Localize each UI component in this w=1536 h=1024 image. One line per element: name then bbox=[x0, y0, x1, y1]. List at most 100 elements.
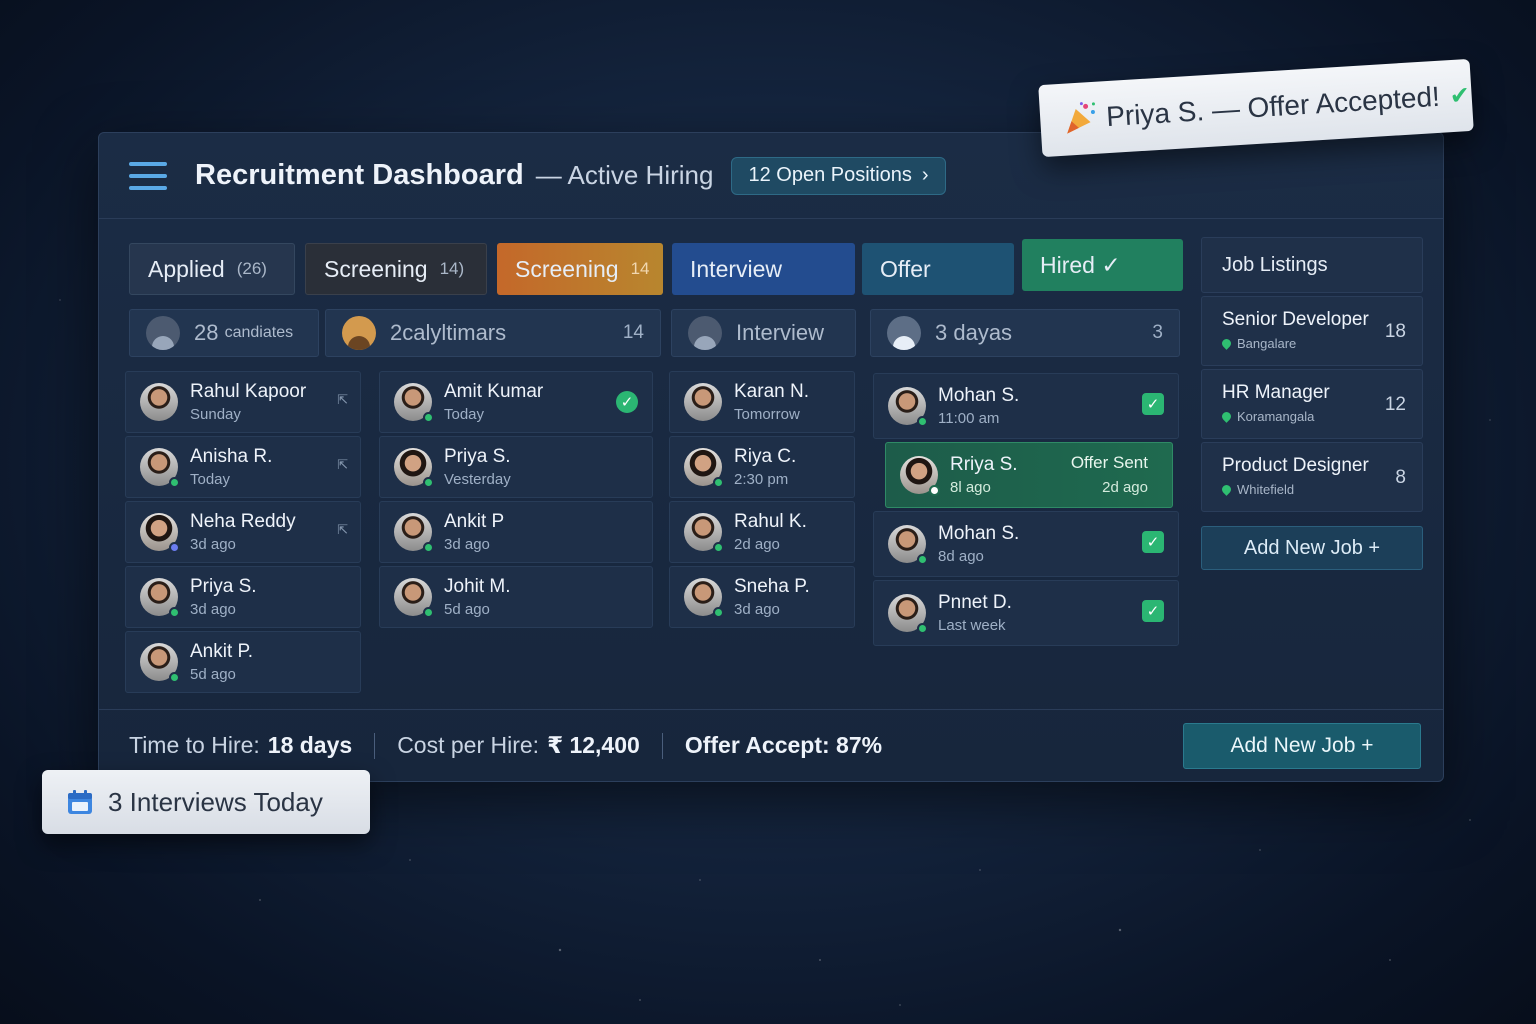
job-location: Bangalare bbox=[1237, 336, 1297, 351]
candidate-card[interactable]: Karan N. Tomorrow bbox=[669, 371, 855, 433]
candidate-card[interactable]: Riya C. 2:30 pm bbox=[669, 436, 855, 498]
avatar bbox=[684, 578, 724, 618]
candidate-time: 5d ago bbox=[444, 601, 490, 618]
tab-applied[interactable]: Applied (26) bbox=[129, 243, 295, 295]
tab-count: (26) bbox=[236, 259, 267, 278]
candidate-name: Ankit P. bbox=[190, 641, 254, 662]
candidate-time: Sunday bbox=[190, 406, 241, 423]
candidate-name: Johit M. bbox=[444, 576, 511, 597]
location-pin-icon bbox=[1220, 483, 1233, 496]
pin-icon[interactable]: ⇱ bbox=[337, 392, 348, 408]
dashboard-header: Recruitment Dashboard — Active Hiring 12… bbox=[99, 133, 1443, 219]
avatar bbox=[900, 456, 940, 496]
column-offer: Mohan S. 11:00 am ✓ Rriya S. 8l ago Offer … bbox=[873, 373, 1179, 649]
candidate-card[interactable]: Amit Kumar Today ✓ bbox=[379, 371, 653, 433]
tab-interview[interactable]: Interview bbox=[672, 243, 855, 295]
candidate-time: 8d ago bbox=[938, 548, 984, 565]
tab-count: 14 bbox=[630, 259, 650, 278]
candidate-name: Sneha P. bbox=[734, 576, 810, 597]
check-icon: ✓ bbox=[1142, 531, 1164, 553]
job-listings-header: Job Listings bbox=[1201, 237, 1423, 293]
add-new-job-footer-button[interactable]: Add New Job + bbox=[1183, 723, 1421, 769]
divider bbox=[661, 732, 663, 759]
pin-icon[interactable]: ⇱ bbox=[337, 522, 348, 538]
candidate-card[interactable]: Rahul K. 2d ago bbox=[669, 501, 855, 563]
summary-screening: 2calyltimars 14 bbox=[325, 309, 661, 357]
avatar bbox=[888, 525, 928, 565]
user-icon bbox=[146, 316, 180, 350]
candidate-name: Ankit P bbox=[444, 511, 505, 532]
candidate-card[interactable]: Ankit P. 5d ago bbox=[125, 631, 361, 693]
candidate-card-highlighted[interactable]: Rriya S. 8l ago Offer Sent 2d ago bbox=[885, 442, 1173, 508]
hamburger-menu-icon[interactable] bbox=[129, 161, 167, 190]
check-icon: ✔ bbox=[1448, 81, 1471, 110]
add-new-job-button[interactable]: Add New Job + bbox=[1201, 526, 1423, 570]
avatar bbox=[684, 448, 724, 488]
job-count: 18 bbox=[1384, 321, 1406, 342]
summary-count: 3 bbox=[1152, 322, 1163, 343]
interviews-today-badge[interactable]: 3 Interviews Today bbox=[42, 770, 370, 834]
avatar bbox=[684, 513, 724, 553]
summary-interview: Interview bbox=[671, 309, 856, 357]
candidate-card[interactable]: Priya S. 3d ago bbox=[125, 566, 361, 628]
candidate-card[interactable]: Mohan S. 8d ago ✓ bbox=[873, 511, 1179, 577]
candidate-name: Riya C. bbox=[734, 446, 797, 467]
tab-count: 14) bbox=[439, 259, 465, 278]
badge-text: 3 Interviews Today bbox=[108, 786, 323, 817]
job-title: Product Designer bbox=[1222, 455, 1369, 476]
tab-label: Screening bbox=[515, 255, 619, 282]
job-count: 8 bbox=[1395, 467, 1406, 488]
summary-count: 14 bbox=[622, 322, 644, 343]
candidate-card[interactable]: Neha Reddy 3d ago ⇱ bbox=[125, 501, 361, 563]
candidate-card[interactable]: Anisha R. Today ⇱ bbox=[125, 436, 361, 498]
summary-applied: 28 candiates bbox=[129, 309, 319, 357]
pin-icon[interactable]: ⇱ bbox=[337, 457, 348, 473]
job-location: Koramangala bbox=[1237, 409, 1315, 424]
candidate-time: 2d ago bbox=[734, 536, 780, 553]
avatar bbox=[394, 578, 434, 618]
job-listings: Job Listings Senior Developer Bangalare … bbox=[1201, 237, 1423, 570]
job-item[interactable]: Product Designer Whitefield 8 bbox=[1201, 442, 1423, 512]
candidate-time: 3d ago bbox=[190, 536, 236, 553]
candidate-name: Pnnet D. bbox=[938, 592, 1012, 613]
status-label: Offer Sent bbox=[1070, 453, 1148, 472]
job-item[interactable]: Senior Developer Bangalare 18 bbox=[1201, 296, 1423, 366]
summary-label: candiates bbox=[224, 324, 294, 341]
calendar-icon bbox=[68, 790, 92, 814]
pipeline-board: Applied (26) Screening 14) Screening 14 Int… bbox=[125, 237, 1183, 697]
tab-screening[interactable]: Screening 14) bbox=[305, 243, 487, 295]
candidate-card[interactable]: Rahul Kapoor Sunday ⇱ bbox=[125, 371, 361, 433]
candidate-time: 8l ago bbox=[950, 479, 991, 496]
cost-per-hire-label: Cost per Hire: bbox=[397, 732, 540, 758]
job-item[interactable]: HR Manager Koramangala 12 bbox=[1201, 369, 1423, 439]
candidate-card[interactable]: Ankit P 3d ago bbox=[379, 501, 653, 563]
tab-label: Hired ✓ bbox=[1040, 251, 1121, 278]
candidate-card[interactable]: Priya S. Vesterday bbox=[379, 436, 653, 498]
divider bbox=[374, 732, 376, 759]
candidate-card[interactable]: Mohan S. 11:00 am ✓ bbox=[873, 373, 1179, 439]
summary-label: 2calyltimars bbox=[390, 320, 507, 345]
user-icon bbox=[887, 316, 921, 350]
candidate-name: Rriya S. bbox=[950, 454, 1018, 475]
column-interview: Karan N. Tomorrow Riya C. 2:30 pm Rahul K.… bbox=[669, 371, 855, 631]
tab-screening-active[interactable]: Screening 14 bbox=[497, 243, 663, 295]
candidate-card[interactable]: Pnnet D. Last week ✓ bbox=[873, 580, 1179, 646]
candidate-card[interactable]: Johit M. 5d ago bbox=[379, 566, 653, 628]
page-subtitle: — Active Hiring bbox=[535, 160, 714, 190]
avatar bbox=[140, 643, 180, 683]
candidate-card[interactable]: Sneha P. 3d ago bbox=[669, 566, 855, 628]
summary-label: Interview bbox=[736, 320, 825, 345]
avatar bbox=[394, 513, 434, 553]
time-to-hire-label: Time to Hire: bbox=[129, 732, 260, 758]
candidate-time: Today bbox=[444, 406, 485, 423]
tab-hired[interactable]: Hired ✓ bbox=[1022, 239, 1183, 291]
candidate-time: Tomorrow bbox=[734, 406, 800, 423]
chevron-right-icon: › bbox=[921, 164, 929, 186]
tab-label: Screening bbox=[324, 255, 428, 282]
candidate-name: Priya S. bbox=[190, 576, 257, 597]
tab-label: Interview bbox=[690, 255, 783, 282]
candidate-time: Vesterday bbox=[444, 471, 511, 488]
tab-offer[interactable]: Offer bbox=[862, 243, 1014, 295]
avatar bbox=[140, 448, 180, 488]
open-positions-button[interactable]: 12 Open Positions › bbox=[731, 156, 946, 195]
